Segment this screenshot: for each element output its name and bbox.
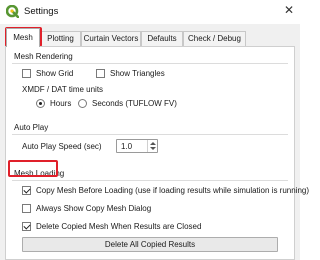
show-triangles-checkbox[interactable]: Show Triangles bbox=[96, 69, 165, 78]
auto-play-title: Auto Play bbox=[14, 123, 49, 132]
spin-down-icon[interactable] bbox=[150, 147, 156, 150]
always-show-copy-dialog-label: Always Show Copy Mesh Dialog bbox=[36, 204, 152, 213]
window-title: Settings bbox=[24, 6, 59, 17]
tab-plotting[interactable]: Plotting bbox=[40, 31, 81, 46]
mesh-tab-panel: Mesh Rendering Show Grid Show Triangles … bbox=[5, 46, 309, 260]
always-show-copy-dialog-box[interactable] bbox=[22, 204, 31, 213]
tab-check-debug[interactable]: Check / Debug bbox=[183, 31, 246, 46]
spin-arrows[interactable] bbox=[147, 140, 157, 152]
copy-mesh-before-loading-label: Copy Mesh Before Loading (use if loading… bbox=[36, 186, 310, 195]
tab-defaults[interactable]: Defaults bbox=[141, 31, 183, 46]
mesh-rendering-divider bbox=[12, 63, 288, 64]
auto-play-speed-spinbox[interactable]: 1.0 bbox=[116, 139, 158, 153]
mesh-rendering-title: Mesh Rendering bbox=[14, 52, 73, 61]
show-grid-checkbox[interactable]: Show Grid bbox=[22, 69, 73, 78]
delete-copied-mesh-box[interactable] bbox=[22, 222, 31, 231]
show-grid-label: Show Grid bbox=[36, 69, 74, 78]
dialog-body: Mesh Plotting Curtain Vectors Defaults C… bbox=[0, 24, 309, 260]
time-units-label: XMDF / DAT time units bbox=[22, 85, 104, 94]
copy-mesh-before-loading-box[interactable] bbox=[22, 186, 31, 195]
qgis-logo-icon bbox=[6, 5, 19, 18]
title-bar: Settings ✕ bbox=[0, 0, 300, 24]
tab-mesh[interactable]: Mesh bbox=[6, 28, 40, 47]
hours-radio[interactable]: Hours bbox=[36, 99, 71, 108]
show-triangles-label: Show Triangles bbox=[110, 69, 165, 78]
tab-curtain-vectors[interactable]: Curtain Vectors bbox=[81, 31, 141, 46]
delete-all-copied-results-button[interactable]: Delete All Copied Results bbox=[22, 237, 278, 252]
delete-copied-mesh-checkbox[interactable]: Delete Copied Mesh When Results are Clos… bbox=[22, 222, 201, 231]
always-show-copy-dialog-checkbox[interactable]: Always Show Copy Mesh Dialog bbox=[22, 204, 151, 213]
hours-radio-button[interactable] bbox=[36, 99, 45, 108]
show-grid-box[interactable] bbox=[22, 69, 31, 78]
close-icon[interactable]: ✕ bbox=[278, 0, 300, 22]
auto-play-speed-label: Auto Play Speed (sec) bbox=[22, 142, 102, 151]
spin-up-icon[interactable] bbox=[150, 142, 156, 145]
auto-play-divider bbox=[12, 134, 288, 135]
seconds-radio-button[interactable] bbox=[78, 99, 87, 108]
seconds-label: Seconds (TUFLOW FV) bbox=[92, 99, 177, 108]
auto-play-speed-value: 1.0 bbox=[121, 142, 133, 151]
hours-label: Hours bbox=[50, 99, 72, 108]
copy-mesh-before-loading-checkbox[interactable]: Copy Mesh Before Loading (use if loading… bbox=[22, 186, 309, 195]
delete-copied-mesh-label: Delete Copied Mesh When Results are Clos… bbox=[36, 222, 202, 231]
seconds-radio[interactable]: Seconds (TUFLOW FV) bbox=[78, 99, 177, 108]
show-triangles-box[interactable] bbox=[96, 69, 105, 78]
mesh-loading-title: Mesh Loading bbox=[14, 169, 65, 178]
mesh-loading-divider bbox=[12, 180, 288, 181]
